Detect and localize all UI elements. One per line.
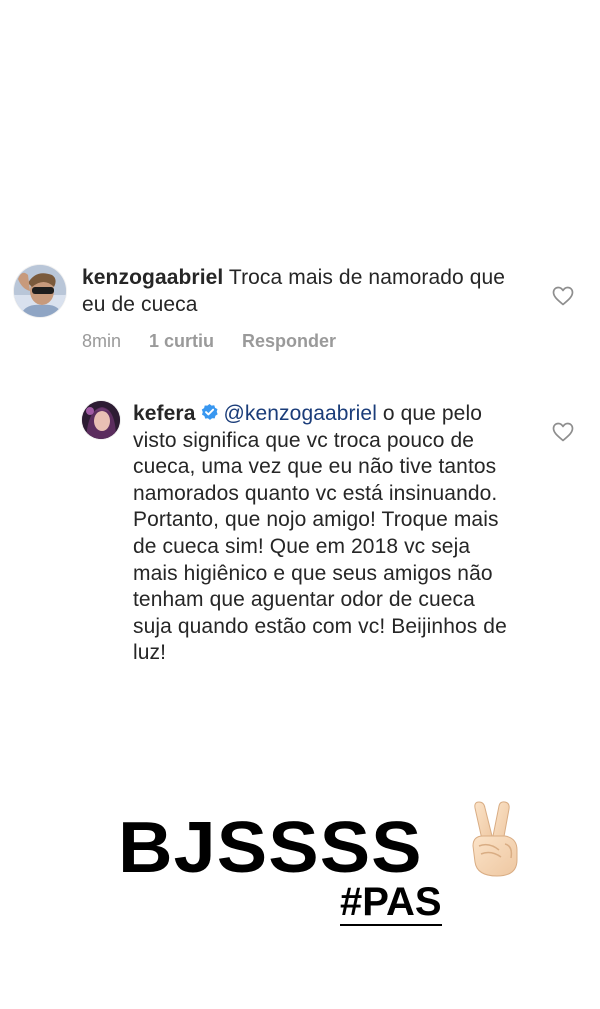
sticker-text: BJSSSS [118,808,423,888]
user-avatar-icon[interactable] [82,401,120,439]
hashtag-link[interactable]: #PAS [340,880,442,926]
comment-text: kenzogaabriel Troca mais de namorado que… [82,265,522,318]
comment-timestamp: 8min [82,331,122,351]
user-avatar-icon[interactable] [14,265,66,317]
comment-item: kenzogaabriel Troca mais de namorado que… [0,262,600,362]
reply-comment-item: kefera @kenzogaabriel o que pelo visto si… [0,398,600,698]
reply-button[interactable]: Responder [242,331,336,355]
mention-link[interactable]: @kenzogaabriel [223,402,376,425]
reply-username[interactable]: kefera [133,402,195,425]
verified-badge-icon [202,403,219,420]
comment-username[interactable]: kenzogaabriel [82,266,223,289]
story-text-sticker: BJSSSS #PAS [118,800,538,940]
likes-count-link[interactable]: 1 curtiu [149,331,214,355]
reply-body: o que pelo visto significa que vc troca … [133,402,507,665]
comment-meta: 8min 1 curtiu Responder [82,331,364,355]
heart-outline-icon[interactable] [552,286,574,306]
reply-text: kefera @kenzogaabriel o que pelo visto si… [133,401,519,667]
victory-hand-icon [461,800,527,878]
heart-outline-icon[interactable] [552,422,574,442]
